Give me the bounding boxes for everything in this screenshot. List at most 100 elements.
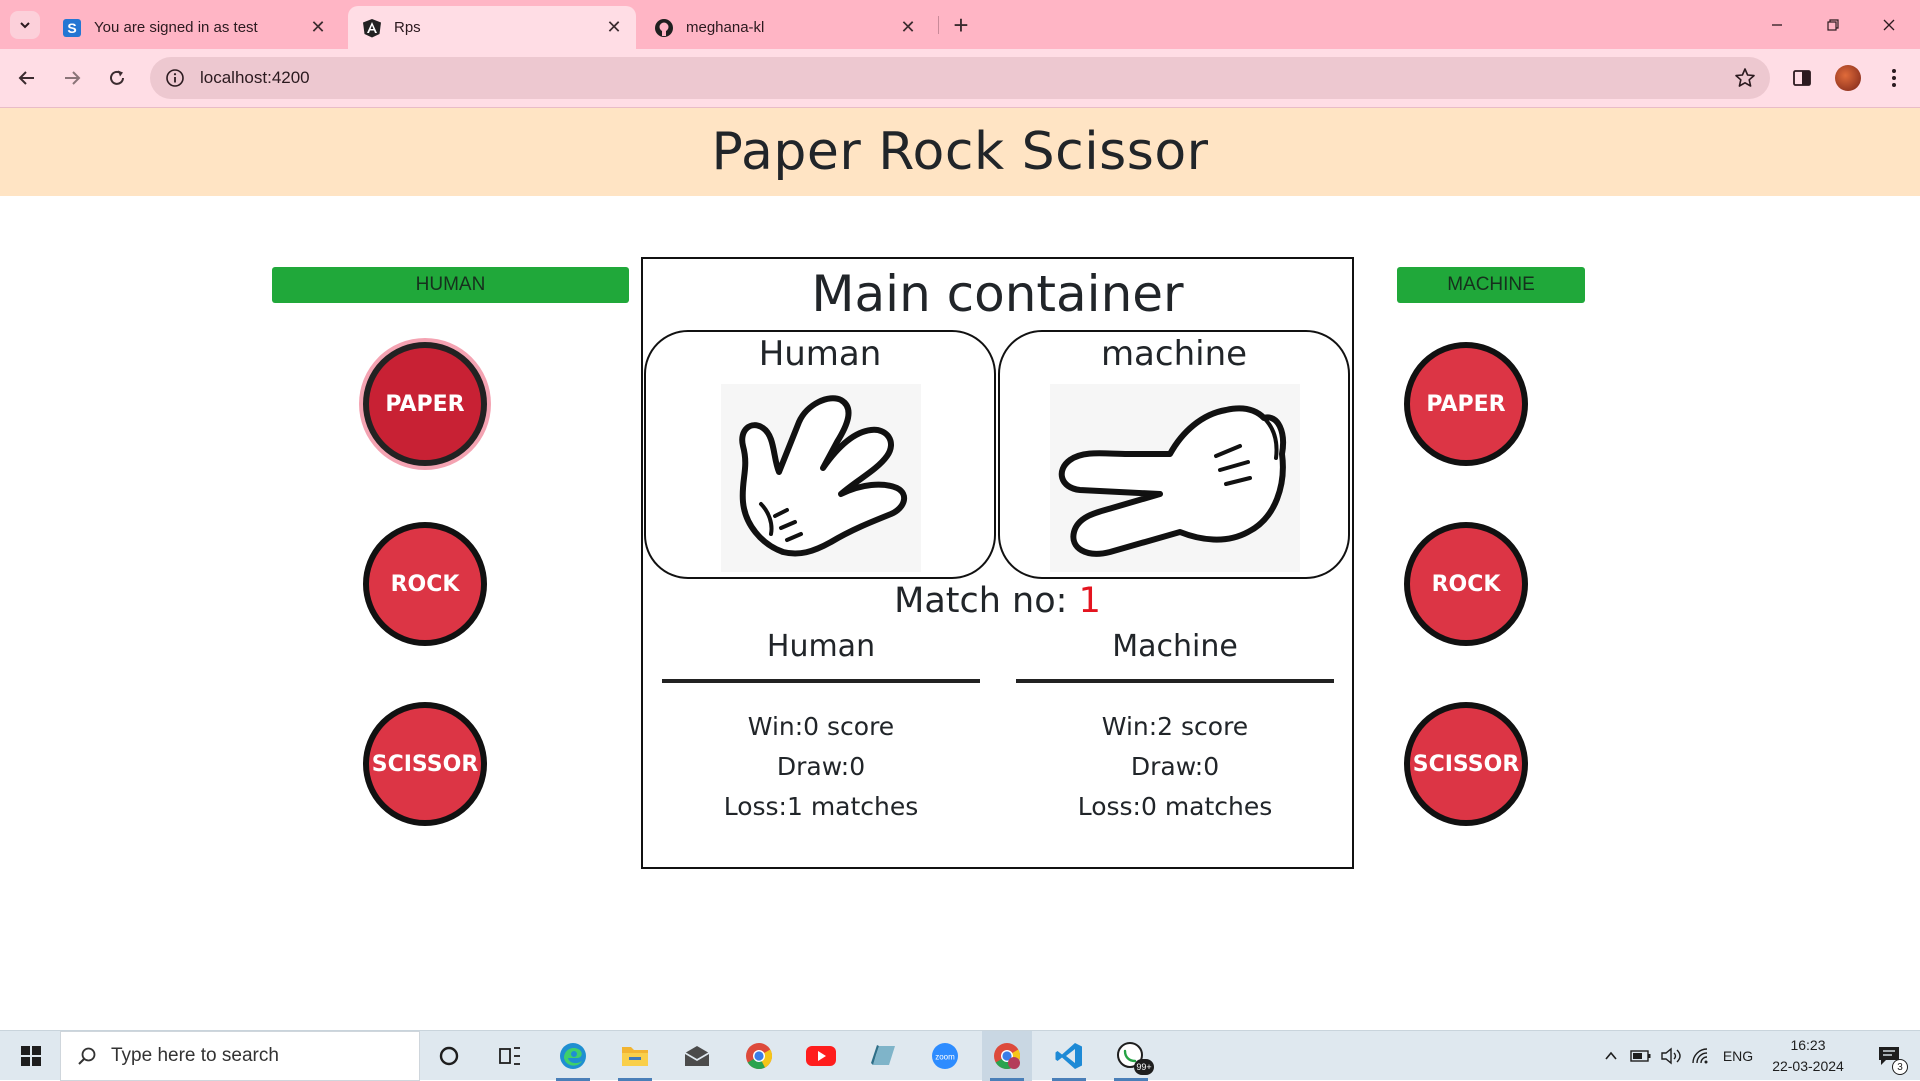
language-indicator[interactable]: ENG [1718,1031,1758,1081]
machine-rock-button[interactable]: ROCK [1404,522,1528,646]
forward-button[interactable] [55,61,89,95]
restore-icon [1827,19,1839,31]
reload-button[interactable] [100,61,134,95]
human-loss-count: Loss:1 matches [723,792,919,821]
human-score-panel: Human Win:0 score Draw:0 Loss:1 matches [662,629,980,827]
bookmark-star-icon[interactable] [1734,67,1756,89]
human-win-count: Win:0 score [747,712,895,741]
human-label: HUMAN [272,267,629,303]
whatsapp-icon[interactable]: 99+ [1106,1031,1156,1081]
tab-label: meghana-kl [686,19,765,36]
machine-scissor-button[interactable]: SCISSOR [1404,702,1528,826]
arrow-right-icon [65,71,81,85]
site-info-icon[interactable] [164,67,186,89]
machine-card: machine [998,330,1350,579]
close-window-button[interactable] [1866,10,1912,40]
browser-menu-button[interactable] [1878,62,1910,94]
github-icon [654,18,674,38]
minimize-icon [1772,24,1782,26]
task-view-icon[interactable] [485,1031,535,1081]
match-no-label: Match no: [894,581,1079,621]
machine-win-count: Win:2 score [1101,712,1249,741]
divider [662,679,980,683]
svg-text:S: S [67,20,76,36]
new-tab-button[interactable]: + [948,10,974,40]
human-scissor-button[interactable]: SCISSOR [363,702,487,826]
tab-label: Rps [394,19,421,36]
human-paper-button[interactable]: PAPER [363,342,487,466]
app-icon[interactable] [858,1031,908,1081]
tab-github[interactable]: meghana-kl ✕ [640,6,930,49]
show-hidden-icons-button[interactable] [1598,1031,1624,1081]
back-button[interactable] [10,61,44,95]
close-tab-icon[interactable]: ✕ [306,16,330,40]
main-container: Main container Human machine Match no: 1… [641,257,1354,869]
page-header: Paper Rock Scissor [0,108,1920,196]
profile-button[interactable] [1832,62,1864,94]
scissors-hand-icon [1050,384,1300,572]
chrome-icon[interactable] [734,1031,784,1081]
browser-toolbar: localhost:4200 [0,49,1920,108]
machine-score-panel: Machine Win:2 score Draw:0 Loss:0 matche… [1016,629,1334,827]
taskbar-search[interactable]: Type here to search [60,1031,420,1081]
vscode-icon[interactable] [1044,1031,1094,1081]
close-icon [1883,19,1895,31]
tab-rps[interactable]: Rps ✕ [348,6,636,49]
tab-signed-in[interactable]: S You are signed in as test ✕ [48,6,340,49]
page-title: Paper Rock Scissor [711,122,1209,182]
chevron-up-icon [1605,1051,1617,1060]
scissors-hand-icon [721,384,921,572]
notification-center-button[interactable]: 3 [1866,1031,1912,1081]
edge-icon[interactable] [548,1031,598,1081]
reload-icon [110,70,124,85]
notification-badge: 99+ [1134,1059,1154,1075]
start-button[interactable] [6,1031,56,1081]
clock[interactable]: 16:23 22-03-2024 [1760,1035,1856,1077]
zoom-icon[interactable]: zoom [920,1031,970,1081]
divider [1016,679,1334,683]
more-vertical-icon [1892,69,1896,87]
human-card: Human [644,330,996,579]
avatar [1835,65,1861,91]
restore-button[interactable] [1810,10,1856,40]
volume-icon[interactable] [1658,1031,1684,1081]
tab-divider [938,16,939,34]
chrome-profile-icon[interactable] [982,1031,1032,1081]
side-panel-icon [1793,70,1811,86]
machine-paper-button[interactable]: PAPER [1404,342,1528,466]
match-number: Match no: 1 [643,581,1352,621]
tab-search-button[interactable] [10,11,40,39]
machine-card-name: machine [1100,334,1248,374]
close-tab-icon[interactable]: ✕ [602,16,626,40]
file-explorer-icon[interactable] [610,1031,660,1081]
match-no-value: 1 [1078,581,1101,621]
s-letter-icon: S [62,18,82,38]
wifi-icon[interactable] [1688,1031,1714,1081]
human-card-name: Human [758,334,882,374]
chevron-down-icon [20,22,30,29]
main-container-title: Main container [811,265,1184,323]
address-bar[interactable]: localhost:4200 [150,57,1770,99]
mail-icon[interactable] [672,1031,722,1081]
machine-score-heading: Machine [1112,629,1238,664]
battery-icon[interactable] [1628,1031,1654,1081]
search-icon [78,1047,96,1065]
search-placeholder: Type here to search [111,1045,279,1066]
minimize-button[interactable] [1754,10,1800,40]
cortana-icon[interactable] [424,1031,474,1081]
machine-loss-count: Loss:0 matches [1077,792,1273,821]
clock-date: 22-03-2024 [1772,1058,1844,1074]
arrow-left-icon [18,71,34,85]
human-rock-button[interactable]: ROCK [363,522,487,646]
side-panel-button[interactable] [1786,62,1818,94]
machine-label: MACHINE [1397,267,1585,303]
taskbar: Type here to search zoom 99+ ENG 16:23 2… [0,1030,1920,1081]
close-tab-icon[interactable]: ✕ [896,16,920,40]
tab-label: You are signed in as test [94,19,258,36]
youtube-icon[interactable] [796,1031,846,1081]
url-text[interactable]: localhost:4200 [200,68,310,88]
svg-text:zoom: zoom [935,1053,955,1062]
human-draw-count: Draw:0 [776,752,866,781]
machine-draw-count: Draw:0 [1130,752,1220,781]
human-score-heading: Human [766,629,876,664]
